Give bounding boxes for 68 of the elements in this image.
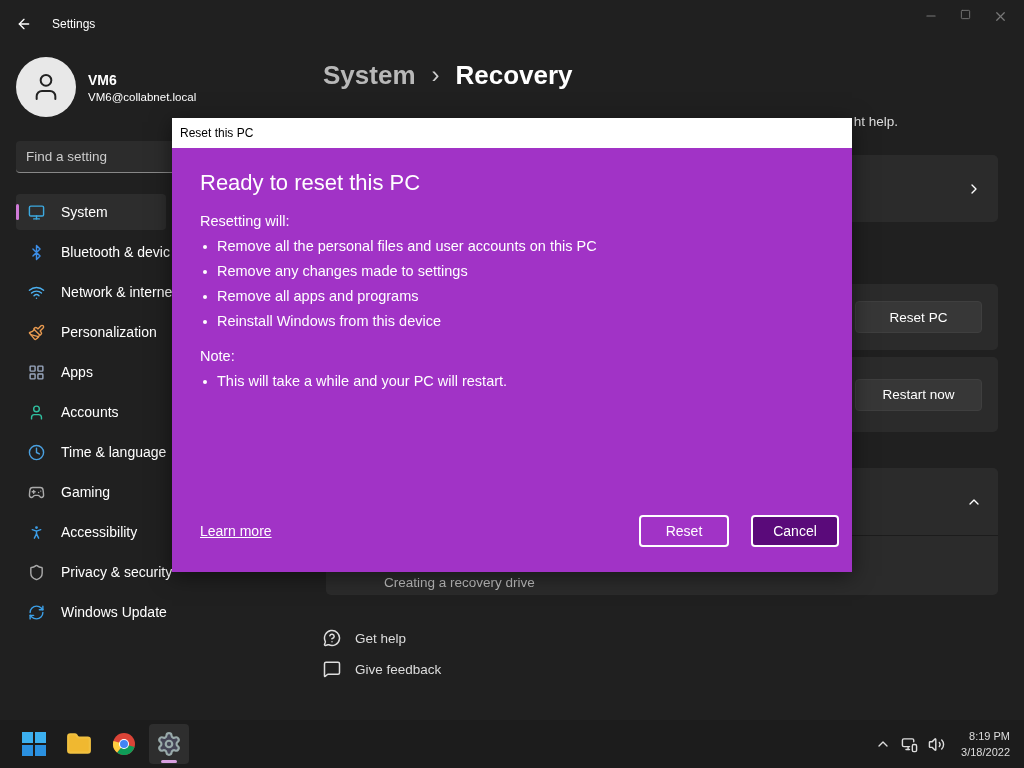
back-icon[interactable] [16, 16, 32, 32]
user-email: VM6@collabnet.local [88, 90, 197, 103]
nav-label: Privacy & security [61, 564, 173, 580]
nav-item[interactable]: Windows Update [16, 594, 166, 630]
bullet-text: Remove any changes made to settings [217, 262, 468, 281]
action-button[interactable]: Reset PC [855, 301, 982, 333]
bullet-text: Remove all apps and programs [217, 287, 419, 306]
nav-item[interactable]: Time & language [16, 434, 166, 470]
windows-start-icon [22, 732, 46, 756]
monitor-icon [28, 203, 45, 221]
network-icon[interactable] [901, 735, 919, 753]
dialog-heading: Ready to reset this PC [200, 170, 422, 196]
bullet-icon [203, 319, 207, 324]
help-link[interactable]: Get help [355, 630, 407, 646]
intro-text: Resetting will: [200, 212, 291, 231]
taskbar-app[interactable] [149, 724, 189, 764]
breadcrumb-separator: › [431, 61, 440, 89]
clock-globe-icon [28, 443, 45, 461]
gear-icon [156, 731, 182, 757]
bullet-icon [203, 379, 207, 384]
nav-label: Network & interne [61, 284, 173, 300]
bullet-icon [203, 244, 207, 249]
nav-label: Gaming [61, 484, 111, 500]
note-label: Note: [200, 347, 236, 366]
bullet-icon [203, 294, 207, 299]
description-text: ht help. [853, 114, 898, 129]
nav-label: Accessibility [61, 524, 138, 540]
nav-label: Accounts [61, 404, 119, 420]
nav-label: Bluetooth & devic [61, 244, 170, 260]
feedback-icon [323, 660, 341, 678]
nav-item[interactable]: Accounts [16, 394, 166, 430]
breadcrumb-parent[interactable]: System [323, 59, 416, 91]
nav-item[interactable]: Personalization [16, 314, 166, 350]
maximize-icon[interactable] [960, 8, 971, 20]
volume-icon[interactable] [928, 735, 946, 753]
shield-icon [28, 563, 45, 581]
user-name: VM6 [88, 71, 118, 88]
apps-grid-icon [28, 363, 45, 381]
nav-label: Apps [61, 364, 93, 380]
folder-icon [66, 731, 92, 757]
nav-item[interactable]: Accessibility [16, 514, 166, 550]
window-title: Settings [52, 17, 96, 31]
dialog-button[interactable]: Cancel [751, 515, 839, 547]
bullet-text: Reinstall Windows from this device [217, 312, 442, 331]
clock-time: 8:19 PM [969, 729, 1010, 744]
dialog-button[interactable]: Reset [639, 515, 729, 547]
dialog-title: Reset this PC [172, 118, 852, 148]
learn-more-link[interactable]: Learn more [200, 523, 272, 539]
action-button[interactable]: Restart now [855, 378, 982, 411]
paintbrush-icon [28, 323, 45, 341]
help-icon [323, 629, 341, 647]
person-icon [28, 403, 45, 421]
browser-icon [112, 732, 136, 756]
clock-date: 3/18/2022 [961, 745, 1010, 760]
avatar [16, 57, 76, 117]
nav-label: Time & language [61, 444, 167, 460]
nav-label: System [61, 204, 108, 220]
help-link[interactable]: Give feedback [355, 661, 442, 677]
nav-label: Personalization [61, 324, 157, 340]
bullet-text: Remove all the personal files and user accounts on this PC [217, 237, 597, 256]
bullet-icon [203, 269, 207, 274]
nav-label: Windows Update [61, 604, 167, 620]
nav-item[interactable]: Gaming [16, 474, 166, 510]
nav-item[interactable]: System [16, 194, 166, 230]
page-title: Recovery [455, 59, 573, 91]
nav-item[interactable]: Apps [16, 354, 166, 390]
update-icon [28, 603, 45, 621]
bullet-text: This will take a while and your PC will restart. [217, 372, 508, 391]
